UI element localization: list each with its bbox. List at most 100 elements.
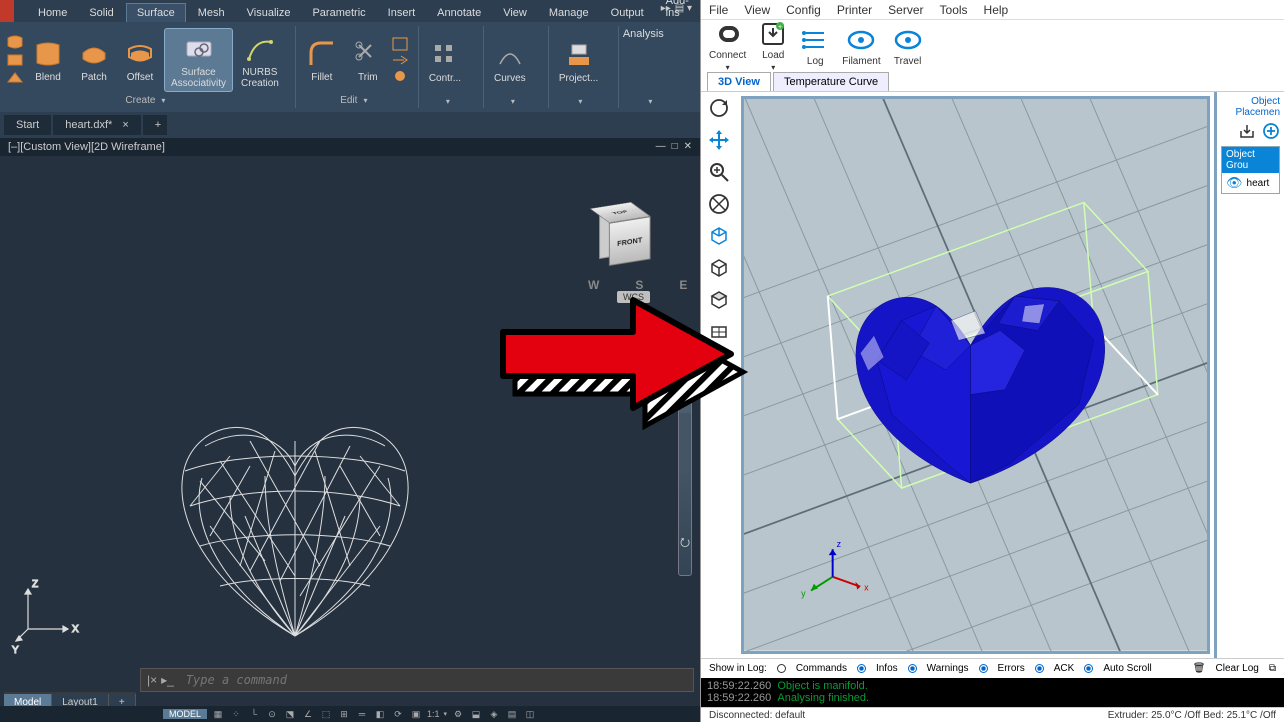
log-opt-autoscroll[interactable]: Auto Scroll [1103, 663, 1151, 674]
menu-help[interactable]: Help [984, 3, 1009, 17]
group-dropdown-icon[interactable]: ▾ [161, 96, 165, 105]
menu-config[interactable]: Config [786, 3, 821, 17]
sculpt-icon[interactable] [392, 69, 408, 83]
menu-server[interactable]: Server [888, 3, 923, 17]
dynamic-input-icon[interactable]: ⊞ [337, 709, 351, 720]
object-group-header[interactable]: Object Grou [1222, 147, 1279, 173]
radio-commands[interactable] [777, 664, 786, 673]
trash-icon[interactable]: 🗑 [1193, 663, 1206, 674]
log-opt-warnings[interactable]: Warnings [927, 663, 969, 674]
collapse-ribbon-icon[interactable]: ▸▸ [661, 3, 671, 14]
group-dropdown-icon[interactable]: ▾ [648, 97, 652, 106]
tracking-icon[interactable]: ⬚ [319, 709, 333, 720]
annotation-monitor-icon[interactable]: ▤ [505, 709, 519, 720]
workspace-icon[interactable]: ◈ [487, 709, 501, 720]
fillet-button[interactable]: Fillet [300, 34, 344, 85]
viewport-label[interactable]: [‒][Custom View][2D Wireframe] [8, 141, 165, 153]
close-icon[interactable]: × [122, 119, 128, 131]
ribbon-tab-annotate[interactable]: Annotate [427, 4, 491, 22]
osnap-icon[interactable]: ∠ [301, 709, 315, 720]
network-surface-icon[interactable] [6, 34, 24, 50]
doc-tab-start[interactable]: Start [4, 115, 51, 135]
group-dropdown-icon[interactable]: ▾ [511, 97, 515, 106]
grid-icon[interactable]: ▦ [211, 709, 225, 720]
ribbon-tab-surface[interactable]: Surface [126, 3, 186, 22]
fit-tool-icon[interactable] [707, 192, 731, 216]
visibility-icon[interactable]: 👁 [1226, 175, 1243, 191]
untrim-icon[interactable] [392, 37, 408, 51]
curves-button[interactable]: Curves [488, 35, 532, 86]
menu-printer[interactable]: Printer [837, 3, 872, 17]
ribbon-tab-visualize[interactable]: Visualize [237, 4, 301, 22]
menu-tools[interactable]: Tools [940, 3, 968, 17]
analysis-label[interactable]: Analysis [623, 28, 664, 40]
list-item[interactable]: 👁 heart [1222, 173, 1279, 193]
group-dropdown-icon[interactable]: ▾ [446, 97, 450, 106]
connect-button[interactable]: Connect▾ [709, 20, 746, 72]
log-output[interactable]: 18:59:22.260 Object is manifold. 18:59:2… [701, 678, 1284, 708]
log-button[interactable]: Log [800, 26, 830, 67]
tab-temperature-curve[interactable]: Temperature Curve [773, 72, 889, 91]
surface-associativity-button[interactable]: Surface Associativity [164, 28, 233, 92]
log-opt-ack[interactable]: ACK [1054, 663, 1075, 674]
log-opt-errors[interactable]: Errors [998, 663, 1025, 674]
3d-viewport[interactable]: x y z [741, 96, 1210, 654]
status-scale[interactable]: 1:1 [427, 709, 440, 719]
control-vertices-button[interactable]: Contr... [423, 35, 467, 86]
offset-button[interactable]: Offset [118, 34, 162, 85]
polar-icon[interactable]: ⊙ [265, 709, 279, 720]
radio-errors[interactable] [979, 664, 988, 673]
trim-button[interactable]: Trim [346, 34, 390, 85]
transparency-icon[interactable]: ◧ [373, 709, 387, 720]
ribbon-tab-home[interactable]: Home [28, 4, 77, 22]
radio-ack[interactable] [1035, 664, 1044, 673]
object-placement-heading[interactable]: Object Placemen [1221, 96, 1280, 122]
snap-icon[interactable]: ⁘ [229, 709, 243, 720]
vp-close-icon[interactable]: ✕ [684, 141, 692, 153]
group-dropdown-icon[interactable]: ▾ [363, 96, 367, 105]
zoom-tool-icon[interactable] [707, 160, 731, 184]
log-opt-commands[interactable]: Commands [796, 663, 847, 674]
ribbon-tab-view[interactable]: View [493, 4, 537, 22]
iso-icon[interactable]: ⬔ [283, 709, 297, 720]
cmd-close-icon[interactable]: |× [147, 673, 157, 687]
tab-3d-view[interactable]: 3D View [707, 72, 771, 91]
extend-icon[interactable] [392, 53, 408, 67]
group-dropdown-icon[interactable]: ▾ [578, 97, 582, 106]
front-view-icon[interactable] [707, 256, 731, 280]
ribbon-tab-manage[interactable]: Manage [539, 4, 599, 22]
doc-tab-heart[interactable]: heart.dxf*× [53, 115, 141, 135]
load-button[interactable]: +Load▾ [758, 20, 788, 72]
vp-minimize-icon[interactable]: — [656, 141, 666, 153]
ribbon-tab-mesh[interactable]: Mesh [188, 4, 235, 22]
doc-tab-add[interactable]: + [143, 115, 167, 135]
move-tool-icon[interactable] [707, 128, 731, 152]
command-input[interactable] [180, 673, 693, 687]
ribbon-tab-output[interactable]: Output [601, 4, 654, 22]
patch-button[interactable]: Patch [72, 34, 116, 85]
ribbon-tab-insert[interactable]: Insert [378, 4, 426, 22]
menu-file[interactable]: File [709, 3, 728, 17]
rotate-tool-icon[interactable] [707, 96, 731, 120]
travel-button[interactable]: Travel [893, 26, 923, 67]
vp-maximize-icon[interactable]: □ [672, 141, 678, 153]
nurbs-creation-button[interactable]: NURBS Creation [235, 29, 285, 91]
radio-warnings[interactable] [908, 664, 917, 673]
ribbon-tab-solid[interactable]: Solid [79, 4, 123, 22]
extrude-surface-icon[interactable] [6, 70, 24, 86]
cycling-icon[interactable]: ⟳ [391, 709, 405, 720]
annotation-scale-icon[interactable]: ⬓ [469, 709, 483, 720]
export-icon[interactable] [1238, 122, 1256, 140]
units-icon[interactable]: ◫ [523, 709, 537, 720]
object-item-label[interactable]: heart [1247, 178, 1270, 189]
cube-front[interactable]: FRONT [609, 216, 651, 266]
ortho-icon[interactable]: └ [247, 709, 261, 719]
planar-surface-icon[interactable] [6, 52, 24, 68]
status-model[interactable]: MODEL [163, 709, 207, 719]
iso-view-icon[interactable] [707, 224, 731, 248]
3dosnap-icon[interactable]: ▣ [409, 709, 423, 720]
clear-log-button[interactable]: Clear Log [1216, 663, 1259, 674]
add-object-icon[interactable] [1262, 122, 1280, 140]
lineweight-icon[interactable]: ═ [355, 709, 369, 719]
gear-icon[interactable]: ⚙ [451, 709, 465, 720]
